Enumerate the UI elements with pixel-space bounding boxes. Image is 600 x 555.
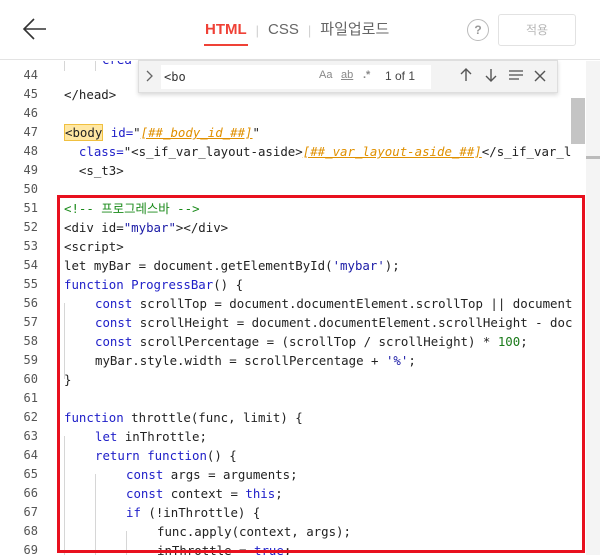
- line-number: 65: [23, 467, 38, 481]
- code-line: const context = this;: [126, 486, 283, 501]
- code-line: let inThrottle;: [95, 429, 207, 444]
- indent-guide: [95, 61, 96, 71]
- line-number: 55: [23, 277, 38, 291]
- line-number: 51: [23, 201, 38, 215]
- code-line: crea: [102, 61, 132, 69]
- line-number: 63: [23, 429, 38, 443]
- indent-guide: [64, 303, 65, 379]
- code-line: class="<s_if_var_layout-aside>[##_var_la…: [64, 144, 572, 159]
- previous-match-button[interactable]: [457, 67, 475, 87]
- line-number: 57: [23, 315, 38, 329]
- match-whole-word-toggle[interactable]: ab: [341, 69, 353, 81]
- use-regex-toggle[interactable]: .*: [363, 69, 370, 81]
- code-line: let myBar = document.getElementById('myb…: [64, 258, 400, 273]
- line-number: 68: [23, 524, 38, 538]
- line-number: 56: [23, 296, 38, 310]
- line-number: 58: [23, 334, 38, 348]
- line-number: 53: [23, 239, 38, 253]
- code-line: function throttle(func, limit) {: [64, 410, 303, 425]
- scrollbar-match-marker: [586, 156, 600, 159]
- close-icon: [534, 70, 546, 82]
- code-line: const scrollHeight = document.documentEl…: [95, 315, 573, 330]
- line-number: 69: [23, 543, 38, 555]
- code-line: const scrollPercentage = (scrollTop / sc…: [95, 334, 528, 349]
- code-line: <s_t3>: [64, 163, 124, 178]
- line-number-gutter: 44 45 46 47 48 49 50 51 52 53 54 55 56 5…: [0, 61, 44, 555]
- code-line: <script>: [64, 239, 124, 254]
- line-number: 50: [23, 182, 38, 196]
- search-match: <body: [64, 124, 104, 141]
- code-area[interactable]: crea </head> <body id="[##_body_id_##]" …: [44, 61, 586, 555]
- vertical-scrollbar-track[interactable]: [586, 61, 600, 555]
- editor-tabs: HTML | CSS | 파일업로드: [204, 0, 390, 60]
- code-line: function ProgressBar() {: [64, 277, 244, 292]
- editor-header: HTML | CSS | 파일업로드 ? 적용: [0, 0, 600, 60]
- line-number: 61: [23, 391, 38, 405]
- help-button[interactable]: ?: [467, 19, 489, 41]
- line-number: 49: [23, 163, 38, 177]
- match-count: 1 of 1: [385, 69, 416, 83]
- line-number: 48: [23, 144, 38, 158]
- line-number: 67: [23, 505, 38, 519]
- back-arrow-icon: [22, 18, 46, 40]
- tab-file-upload[interactable]: 파일업로드: [319, 0, 390, 60]
- code-line: if (!inThrottle) {: [126, 505, 261, 520]
- apply-button[interactable]: 적용: [498, 14, 576, 46]
- find-widget: <bo Aa ab .* 1 of 1: [138, 60, 558, 93]
- match-case-toggle[interactable]: Aa: [319, 69, 332, 81]
- code-line: const args = arguments;: [126, 467, 298, 482]
- line-number: 62: [23, 410, 38, 424]
- code-line: }: [64, 372, 72, 387]
- tab-html[interactable]: HTML: [204, 0, 248, 60]
- toggle-replace-button[interactable]: [145, 69, 157, 85]
- line-number: 47: [23, 125, 38, 139]
- close-find-button[interactable]: [531, 67, 549, 87]
- code-line: <body id="[##_body_id_##]": [64, 124, 260, 141]
- line-number: 64: [23, 448, 38, 462]
- tab-separator: |: [307, 22, 312, 38]
- line-number: 52: [23, 220, 38, 234]
- back-button[interactable]: [14, 14, 50, 44]
- arrow-down-icon: [485, 69, 497, 82]
- line-number: 44: [23, 68, 38, 82]
- line-number: 66: [23, 486, 38, 500]
- code-line: myBar.style.width = scrollPercentage + '…: [95, 353, 416, 368]
- find-in-selection-button[interactable]: [507, 67, 525, 87]
- code-line: return function() {: [95, 448, 237, 463]
- line-number: 45: [23, 87, 38, 101]
- arrow-up-icon: [460, 68, 472, 81]
- code-line: func.apply(context, args);: [157, 524, 351, 539]
- indent-guide: [64, 436, 65, 555]
- indent-guide: [126, 531, 127, 555]
- tab-separator: |: [255, 22, 260, 38]
- tab-css[interactable]: CSS: [267, 0, 300, 60]
- code-line: <!-- 프로그레스바 -->: [64, 201, 200, 216]
- indent-guide: [64, 61, 65, 71]
- line-number: 60: [23, 372, 38, 386]
- code-line: inThrottle = true;: [157, 543, 292, 555]
- code-line: </head>: [64, 87, 117, 102]
- code-line: const scrollTop = document.documentEleme…: [95, 296, 573, 311]
- lines-icon: [509, 70, 523, 80]
- line-number: 46: [23, 106, 38, 120]
- code-editor[interactable]: 44 45 46 47 48 49 50 51 52 53 54 55 56 5…: [0, 61, 600, 555]
- code-line: <div id="mybar"></div>: [64, 220, 229, 235]
- line-number: 54: [23, 258, 38, 272]
- indent-guide: [95, 474, 96, 555]
- next-match-button[interactable]: [482, 67, 500, 87]
- line-number: 59: [23, 353, 38, 367]
- vertical-scrollbar-thumb[interactable]: [571, 98, 585, 144]
- chevron-right-icon: [146, 70, 153, 82]
